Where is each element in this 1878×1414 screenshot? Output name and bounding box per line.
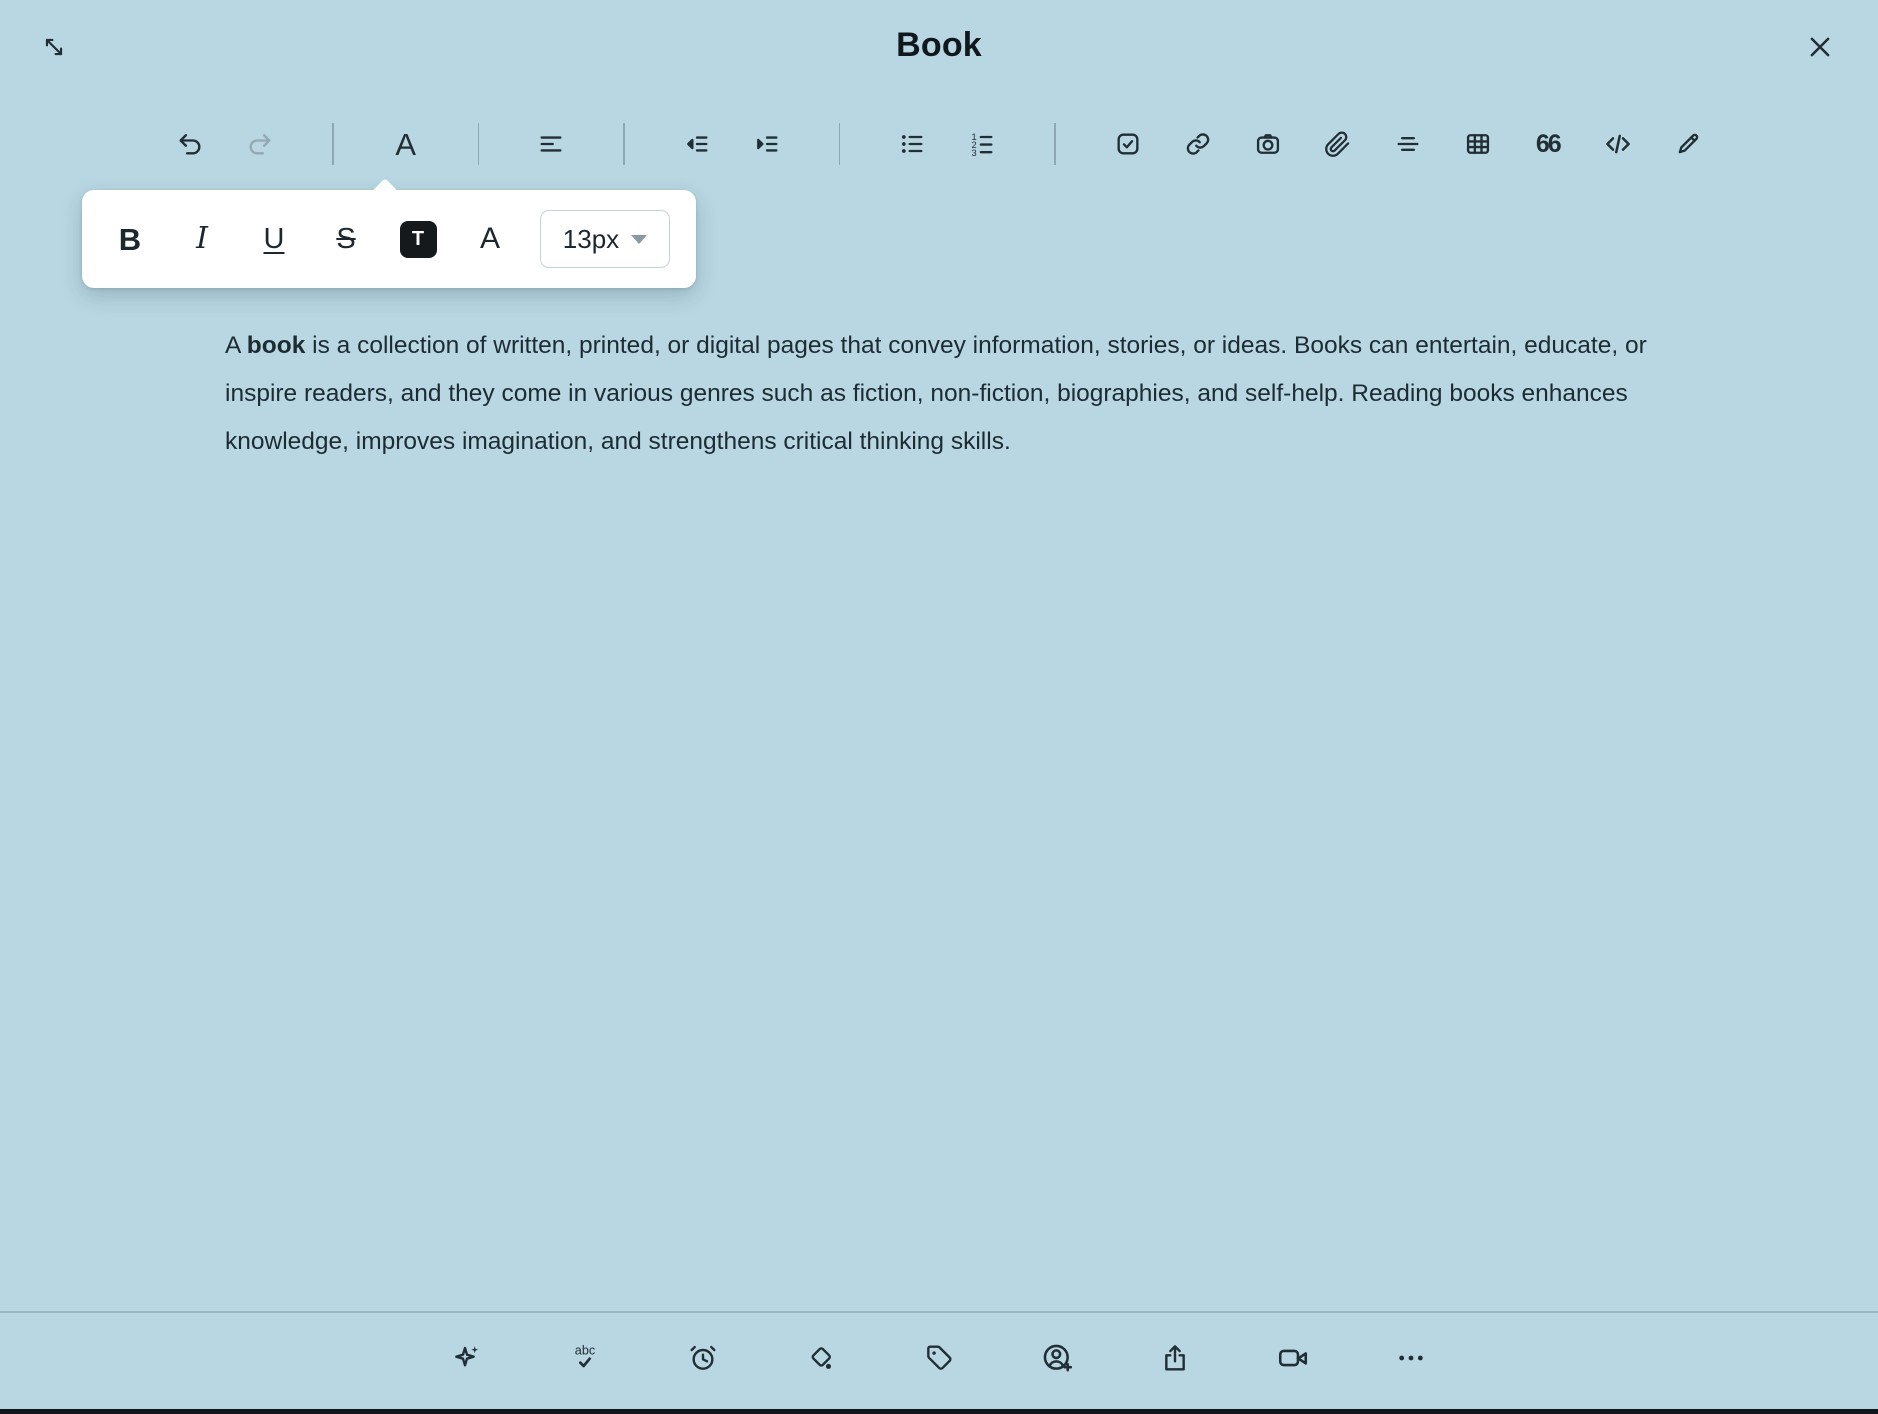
tag-icon [923,1342,955,1374]
toolbar-separator [623,123,625,165]
page-title: Book [0,26,1878,65]
table-button[interactable] [1454,120,1502,168]
toolbar-separator [839,123,841,165]
add-collaborator-button[interactable] [1031,1332,1083,1384]
numbered-list-button[interactable]: 1 2 3 [958,120,1006,168]
italic-button[interactable]: I [180,215,224,263]
formatting-toolbar: A [0,120,1878,168]
underline-button[interactable]: U [252,215,296,263]
close-icon [1805,32,1835,65]
redo-icon [246,130,274,158]
spellcheck-button[interactable]: abc [559,1332,611,1384]
text-format-icon: A [395,129,416,160]
quote-icon: 66 [1536,132,1560,157]
font-size-value: 13px [563,224,619,255]
toolbar-separator [1054,123,1056,165]
bottom-toolbar: abc [0,1332,1878,1384]
top-bar: Book [0,0,1878,92]
tag-button[interactable] [913,1332,965,1384]
indent-button[interactable] [743,120,791,168]
paperclip-icon [1324,131,1351,158]
more-options-button[interactable] [1385,1332,1437,1384]
quote-button[interactable]: 66 [1524,120,1572,168]
redo-button[interactable] [236,120,284,168]
outdent-icon [683,130,711,158]
sparkle-icon [451,1342,483,1374]
text-style-popup: B I U S T A 13px [82,190,696,288]
svg-text:3: 3 [972,148,977,158]
camera-icon [1254,130,1282,158]
camera-button[interactable] [1244,120,1292,168]
close-button[interactable] [1796,24,1844,72]
reminder-button[interactable] [677,1332,729,1384]
note-text: A [225,332,247,359]
strikethrough-icon: S [336,225,355,254]
person-add-icon [1040,1341,1074,1375]
checklist-button[interactable] [1104,120,1152,168]
table-icon [1464,130,1492,158]
font-color-button[interactable]: A [468,215,512,263]
link-icon [1184,130,1212,158]
pen-button[interactable] [1664,120,1712,168]
alarm-clock-icon [687,1342,719,1374]
code-button[interactable] [1594,120,1642,168]
align-left-icon [537,130,565,158]
font-color-icon: A [480,224,500,254]
toolbar-separator [478,123,480,165]
numbered-list-icon: 1 2 3 [968,130,996,158]
code-icon [1603,129,1633,159]
undo-button[interactable] [166,120,214,168]
svg-text:abc: abc [575,1344,595,1358]
bottom-edge-bar [0,1409,1878,1414]
align-button[interactable] [527,120,575,168]
color-diamond-icon [805,1342,837,1374]
attachment-button[interactable] [1314,120,1362,168]
text-format-button[interactable]: A [382,120,430,168]
undo-icon [176,130,204,158]
ai-assist-button[interactable] [441,1332,493,1384]
pen-icon [1674,130,1702,158]
horizontal-rule-icon [1394,130,1422,158]
underline-icon: U [264,225,285,254]
bold-button[interactable]: B [108,215,152,263]
note-text: is a collection of written, printed, or … [225,332,1647,455]
horizontal-rule-button[interactable] [1384,120,1432,168]
highlight-icon: T [400,221,437,258]
spellcheck-icon: abc [569,1342,601,1374]
font-size-select[interactable]: 13px [540,210,670,268]
highlight-button[interactable]: T [396,215,440,263]
bottom-divider [0,1311,1878,1313]
chevron-down-icon [631,235,647,244]
bullet-list-button[interactable] [888,120,936,168]
share-button[interactable] [1149,1332,1201,1384]
bold-icon: B [119,224,141,255]
strikethrough-button[interactable]: S [324,215,368,263]
italic-icon: I [196,224,208,254]
toolbar-separator [332,123,334,165]
popup-caret [372,178,397,203]
note-editor-window: Book [0,0,1878,1414]
indent-icon [753,130,781,158]
bullet-list-icon [898,130,926,158]
note-text-bold: book [247,332,306,359]
video-button[interactable] [1267,1332,1319,1384]
note-content[interactable]: A book is a collection of written, print… [225,322,1665,466]
video-camera-icon [1276,1341,1310,1375]
share-icon [1159,1342,1191,1374]
ellipsis-icon [1395,1342,1427,1374]
checkbox-icon [1114,130,1142,158]
note-paragraph: A book is a collection of written, print… [225,322,1665,466]
outdent-button[interactable] [673,120,721,168]
note-color-button[interactable] [795,1332,847,1384]
link-button[interactable] [1174,120,1222,168]
